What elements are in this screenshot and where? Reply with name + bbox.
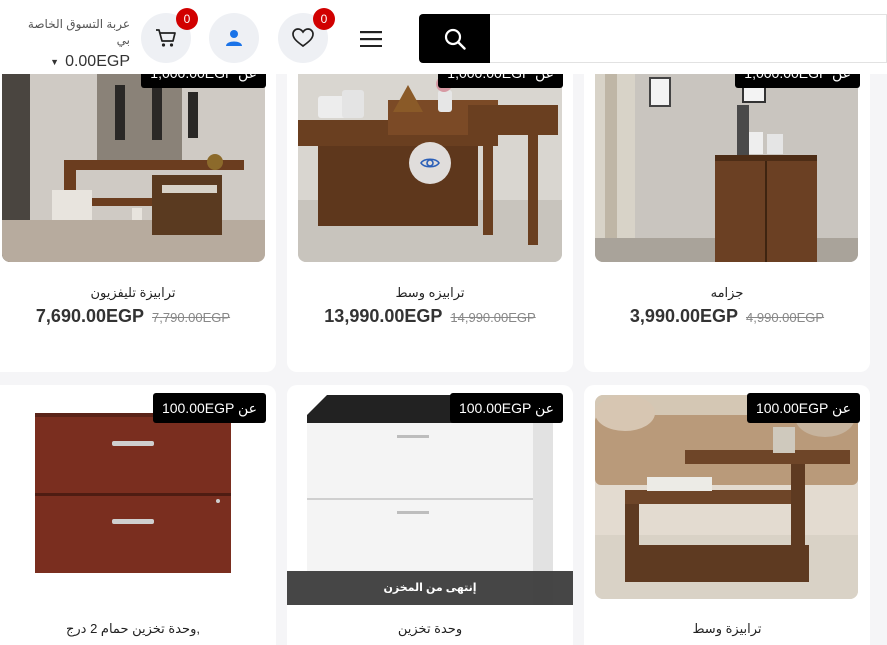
search-input[interactable] [490,14,887,63]
menu-button[interactable] [352,22,390,56]
product-image[interactable] [2,395,265,599]
product-card[interactable]: 1,000.00EGP عن ترابيزه وسط 13,990.00EGP … [287,50,573,372]
cart-button[interactable]: 0 [141,8,198,63]
product-image[interactable] [595,395,858,599]
product-name[interactable]: ترابيزة تليفزيون [0,285,276,301]
cart-total-value: 0.00EGP [65,53,130,70]
product-old-price: 7,790.00EGP [152,310,231,325]
heart-icon [292,28,314,48]
product-price: 3,990.00EGP [629,306,739,326]
out-of-stock-label: إنتهى من المخزن [287,571,573,605]
cart-summary[interactable]: عربة التسوق الخاصة بي ▼ 0.00EGP [14,16,130,74]
product-prices: 13,990.00EGP 14,990.00EGP [287,306,573,327]
product-old-price: 4,990.00EGP [746,310,825,325]
product-old-price: 14,990.00EGP [450,310,536,325]
product-card[interactable]: إنتهى من المخزن 100.00EGP عن وحدة تخزين [287,385,573,645]
product-card[interactable]: 1,000.00EGP عن ترابيزة تليفزيون 7,690.00… [0,50,276,372]
caret-down-icon: ▼ [50,57,60,67]
discount-tag: 100.00EGP عن [746,393,860,423]
page: 1,000.00EGP عن ترابيزة تليفزيون 7,690.00… [0,0,887,645]
quick-view-button[interactable] [409,142,451,184]
user-icon [226,30,242,46]
hamburger-icon [360,31,382,47]
product-name[interactable]: ترابيزه وسط [287,285,573,301]
product-prices: 7,690.00EGP 7,790.00EGP [0,306,276,327]
discount-tag: 100.00EGP عن [152,393,266,423]
product-name[interactable]: جزامه [584,285,870,301]
product-card[interactable]: 100.00EGP عن ترابيزة وسط [584,385,870,645]
search-icon [444,28,466,50]
eye-icon [420,158,440,168]
wishlist-count-badge: 0 [313,8,335,30]
discount-tag: 100.00EGP عن [449,393,563,423]
product-card[interactable]: 1,000.00EGP عن جزامه 3,990.00EGP 4,990.0… [584,50,870,372]
account-button[interactable] [209,13,259,63]
product-prices: 3,990.00EGP 4,990.00EGP [584,306,870,327]
cart-title: عربة التسوق الخاصة بي [27,17,130,47]
product-name[interactable]: وحدة تخزين حمام 2 درج, [0,621,276,637]
product-price: 7,690.00EGP [35,306,145,326]
cart-count-badge: 0 [176,8,198,30]
site-header: عربة التسوق الخاصة بي ▼ 0.00EGP 0 0 [0,0,887,74]
product-name[interactable]: ترابيزة وسط [584,621,870,637]
cart-total[interactable]: ▼ 0.00EGP [14,50,130,74]
cart-icon [156,29,176,47]
search-button[interactable] [419,14,490,63]
product-name[interactable]: وحدة تخزين [287,621,573,637]
product-price: 13,990.00EGP [324,306,443,326]
wishlist-button[interactable]: 0 [278,8,335,63]
product-card[interactable]: 100.00EGP عن وحدة تخزين حمام 2 درج, [0,385,276,645]
